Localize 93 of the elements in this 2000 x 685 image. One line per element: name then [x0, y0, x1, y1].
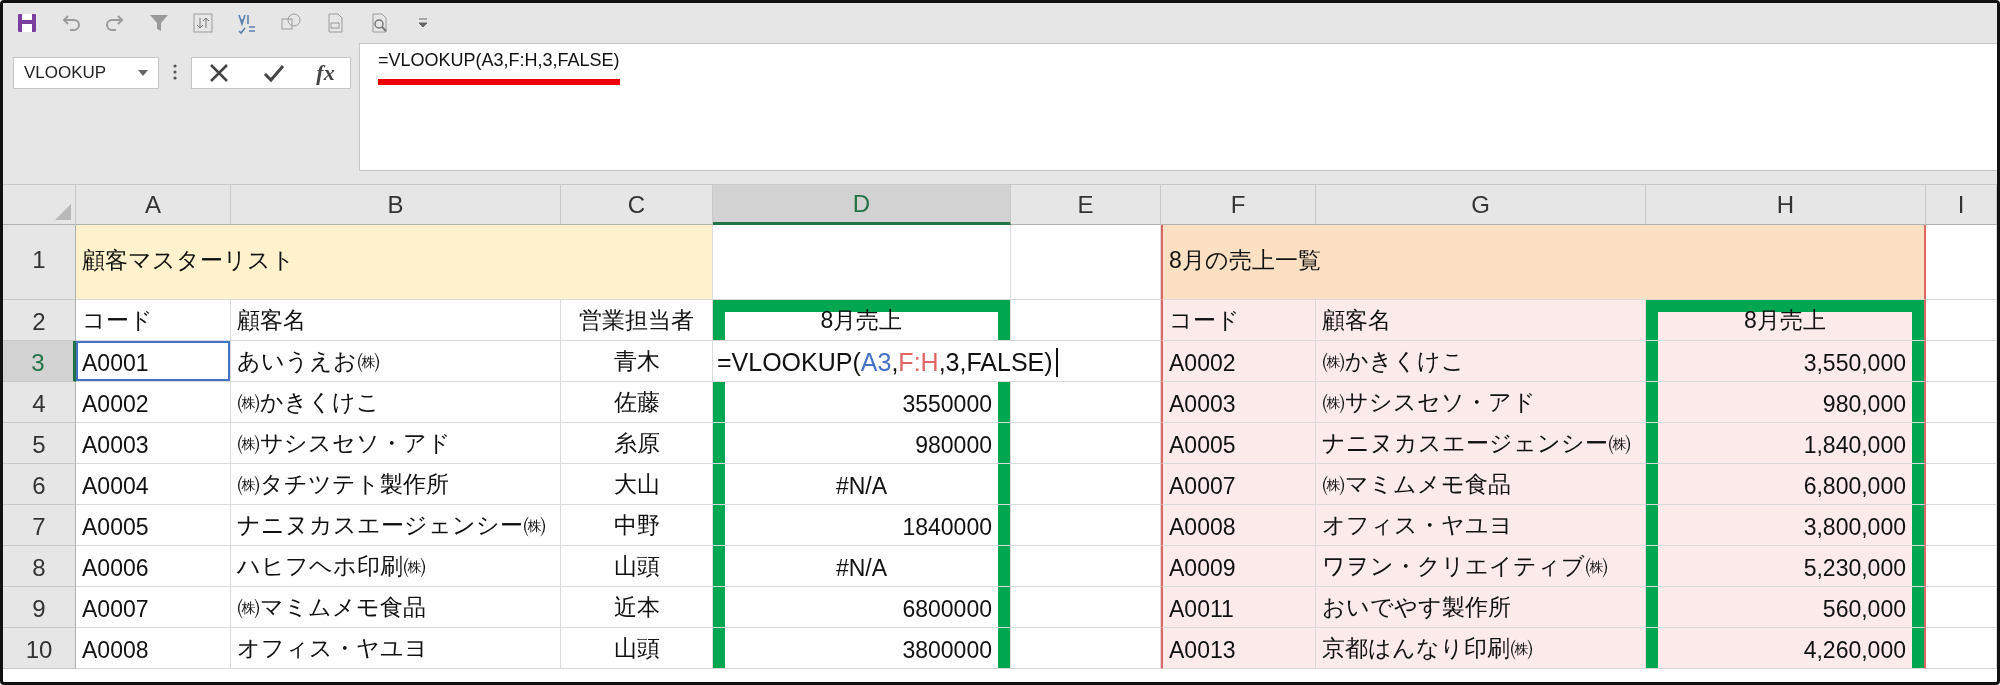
- table-cell: 近本: [561, 587, 713, 628]
- table-cell: #N/A: [713, 546, 1011, 587]
- table-cell: 山頭: [561, 546, 713, 587]
- column-header[interactable]: C: [561, 185, 713, 225]
- table-cell: 営業担当者: [561, 300, 713, 341]
- table-cell: A0003: [1161, 382, 1316, 423]
- table-cell: ㈱マミムメモ食品: [1316, 464, 1646, 505]
- column-header[interactable]: B: [231, 185, 561, 225]
- insert-function-button[interactable]: fx: [316, 60, 335, 86]
- table-cell: 560,000: [1646, 587, 1926, 628]
- row-header[interactable]: 2: [3, 300, 76, 341]
- table-cell: A0002: [76, 382, 231, 423]
- column-header[interactable]: E: [1011, 185, 1161, 225]
- table-cell: A0013: [1161, 628, 1316, 669]
- row-header[interactable]: 3: [3, 341, 76, 382]
- table-cell: A0004: [76, 464, 231, 505]
- table-cell: 1840000: [713, 505, 1011, 546]
- table-cell: 6800000: [713, 587, 1011, 628]
- table-cell: 1,840,000: [1646, 423, 1926, 464]
- table-cell: A0005: [1161, 423, 1316, 464]
- table-cell[interactable]: =VLOOKUP(A3,F:H,3,FALSE): [713, 341, 1161, 382]
- table-cell: あいうえお㈱: [231, 341, 561, 382]
- table-cell: オフィス・ヤユヨ: [231, 628, 561, 669]
- table-cell: 3800000: [713, 628, 1011, 669]
- dropdown-icon: [138, 70, 148, 76]
- table-cell: A0001: [76, 341, 231, 382]
- table-cell: A0002: [1161, 341, 1316, 382]
- table-cell: A0009: [1161, 546, 1316, 587]
- table-cell: 顧客名: [1316, 300, 1646, 341]
- cell-formula-text[interactable]: =VLOOKUP(A3,F:H,3,FALSE): [717, 348, 1058, 377]
- row-header[interactable]: 9: [3, 587, 76, 628]
- table-cell: A0006: [76, 546, 231, 587]
- table-cell: 4,260,000: [1646, 628, 1926, 669]
- column-header[interactable]: I: [1926, 185, 1997, 225]
- table-cell: A0007: [76, 587, 231, 628]
- row-header[interactable]: 10: [3, 628, 76, 669]
- table-cell: ㈱サシスセソ・アド: [231, 423, 561, 464]
- table-cell: ㈱かきくけこ: [1316, 341, 1646, 382]
- select-all-icon[interactable]: [55, 204, 71, 220]
- table-cell: 6,800,000: [1646, 464, 1926, 505]
- table-cell: コード: [1161, 300, 1316, 341]
- table-cell: 8月売上: [713, 300, 1011, 341]
- table-cell: ㈱タチツテト製作所: [231, 464, 561, 505]
- row-header[interactable]: 8: [3, 546, 76, 587]
- table-cell: ㈱サシスセソ・アド: [1316, 382, 1646, 423]
- table-cell: 8月売上: [1646, 300, 1926, 341]
- table-cell: ワヲン・クリエイティブ㈱: [1316, 546, 1646, 587]
- table-cell: おいでやす製作所: [1316, 587, 1646, 628]
- table-cell: ㈱かきくけこ: [231, 382, 561, 423]
- table-cell: 5,230,000: [1646, 546, 1926, 587]
- table-cell: 3,550,000: [1646, 341, 1926, 382]
- table-cell: 8月の売上一覧: [1161, 225, 1926, 300]
- table-cell: ナニヌカスエージェンシー㈱: [231, 505, 561, 546]
- row-header[interactable]: 6: [3, 464, 76, 505]
- row-header[interactable]: 7: [3, 505, 76, 546]
- table-cell: ナニヌカスエージェンシー㈱: [1316, 423, 1646, 464]
- column-header[interactable]: A: [76, 185, 231, 225]
- table-cell: 糸原: [561, 423, 713, 464]
- table-cell: 京都はんなり印刷㈱: [1316, 628, 1646, 669]
- table-cell: A0007: [1161, 464, 1316, 505]
- grip-icon: [173, 63, 177, 81]
- name-box[interactable]: VLOOKUP: [13, 57, 159, 89]
- table-cell: 3550000: [713, 382, 1011, 423]
- table-cell: コード: [76, 300, 231, 341]
- row-header[interactable]: 4: [3, 382, 76, 423]
- table-cell: 大山: [561, 464, 713, 505]
- table-cell: 980,000: [1646, 382, 1926, 423]
- column-header[interactable]: F: [1161, 185, 1316, 225]
- table-cell: A0011: [1161, 587, 1316, 628]
- table-cell: ハヒフヘホ印刷㈱: [231, 546, 561, 587]
- table-cell: A0008: [1161, 505, 1316, 546]
- table-cell: A0003: [76, 423, 231, 464]
- table-cell: #N/A: [713, 464, 1011, 505]
- table-cell: ㈱マミムメモ食品: [231, 587, 561, 628]
- table-cell: A0005: [76, 505, 231, 546]
- table-cell: 980000: [713, 423, 1011, 464]
- formula-text: =VLOOKUP(A3,F:H,3,FALSE): [378, 50, 620, 85]
- table-cell: オフィス・ヤユヨ: [1316, 505, 1646, 546]
- table-cell: 中野: [561, 505, 713, 546]
- row-header[interactable]: 1: [3, 225, 76, 300]
- formula-input[interactable]: =VLOOKUP(A3,F:H,3,FALSE): [359, 43, 1997, 171]
- row-header[interactable]: 5: [3, 423, 76, 464]
- table-cell: 山頭: [561, 628, 713, 669]
- table-cell: 顧客マスターリスト: [76, 225, 713, 300]
- table-cell: 佐藤: [561, 382, 713, 423]
- column-header[interactable]: G: [1316, 185, 1646, 225]
- column-header[interactable]: H: [1646, 185, 1926, 225]
- sort-icon[interactable]: [191, 11, 215, 35]
- table-cell: 青木: [561, 341, 713, 382]
- table-cell: 顧客名: [231, 300, 561, 341]
- table-cell: A0008: [76, 628, 231, 669]
- column-header[interactable]: D: [713, 185, 1011, 225]
- table-cell: 3,800,000: [1646, 505, 1926, 546]
